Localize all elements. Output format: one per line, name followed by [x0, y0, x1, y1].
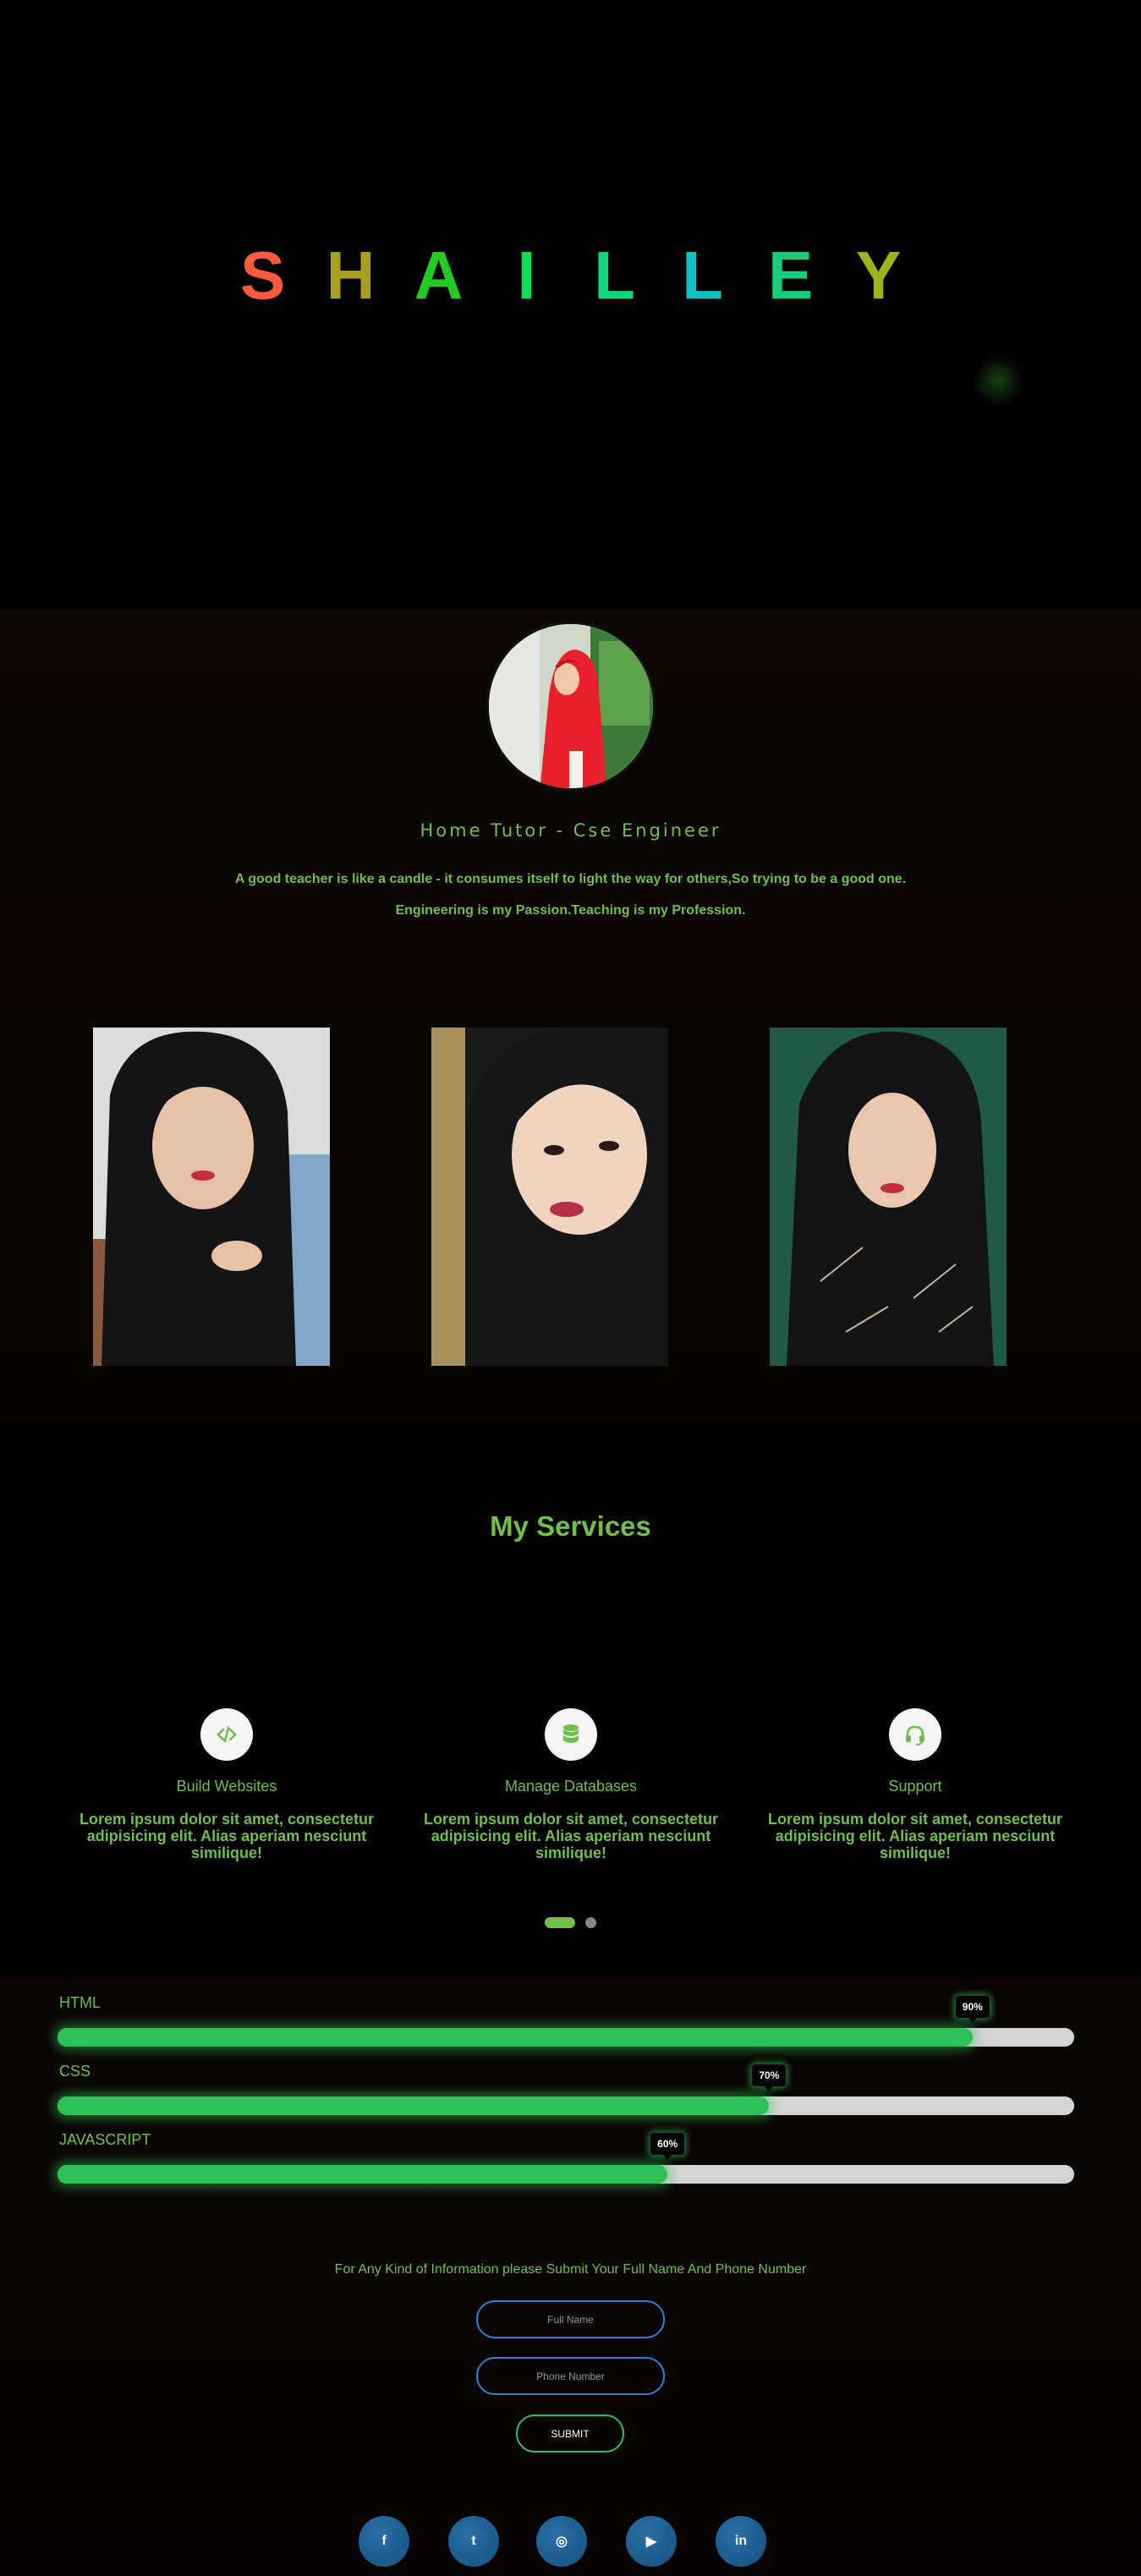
twitter-icon[interactable]: t [448, 2516, 499, 2567]
service-description: Lorem ipsum dolor sit amet, consectetur … [767, 1811, 1063, 1861]
carousel-dot-active[interactable] [544, 1917, 575, 1929]
skill-label: JAVASCRIPT [59, 2131, 151, 2148]
headset-icon [889, 1708, 941, 1761]
hero-letter: H [326, 238, 376, 313]
service-title: Manage Databases [504, 1778, 638, 1795]
hero-letter: L [682, 238, 723, 313]
skill-label: HTML [59, 1994, 101, 2011]
skill-bar-fill [58, 2165, 668, 2184]
hero-letter: L [594, 238, 635, 313]
hero-letter: A [414, 238, 464, 313]
skill-percent-badge: 70% [752, 2064, 787, 2091]
skill-bar-css: 70% [58, 2064, 1074, 2115]
full-name-input[interactable] [476, 2300, 665, 2338]
profile-subtitle: Home Tutor - Cse Engineer [420, 820, 721, 841]
hero-letter: Y [855, 238, 902, 313]
gallery-photo [770, 1028, 1007, 1366]
service-title: Build Websites [176, 1778, 277, 1795]
service-description: Lorem ipsum dolor sit amet, consectetur … [79, 1811, 375, 1861]
quote-line: Engineering is my Passion.Teaching is my… [395, 903, 746, 918]
gallery-photo [93, 1028, 330, 1366]
about-section: Home Tutor - Cse Engineer A good teacher… [0, 609, 1141, 1421]
service-title: Support [888, 1778, 942, 1795]
hero-letter: I [517, 238, 536, 313]
code-icon [200, 1708, 253, 1761]
skills-section: HTML 90% CSS 70% JAVASCRIPT 60% [0, 1979, 1141, 2216]
phone-number-input[interactable] [476, 2357, 665, 2395]
skill-label: CSS [59, 2063, 91, 2080]
skill-bar-fill [58, 2028, 973, 2047]
hero-letter: E [767, 238, 814, 313]
carousel-dots [0, 1916, 1141, 1931]
hero-section: SHAILLEY [0, 0, 1141, 609]
contact-note: For Any Kind of Information please Submi… [334, 2262, 807, 2277]
services-heading: My Services [490, 1510, 651, 1542]
services-section: My Services Build Websites Lorem ipsum d… [0, 1421, 1141, 1979]
database-icon [545, 1708, 597, 1761]
skill-bar-javascript: 60% [58, 2133, 1074, 2184]
skill-bar-html: 90% [58, 1996, 1074, 2047]
instagram-icon[interactable]: ◎ [536, 2516, 587, 2567]
service-card: Build Websites Lorem ipsum dolor sit ame… [62, 1708, 392, 1861]
skill-bar-fill [58, 2096, 770, 2115]
hero-letter: S [239, 238, 286, 313]
service-card: Manage Databases Lorem ipsum dolor sit a… [406, 1708, 736, 1861]
profile-photo [486, 622, 656, 791]
youtube-icon[interactable]: ▶ [626, 2516, 677, 2567]
skill-percent-badge: 90% [955, 1996, 990, 2023]
decorative-glow [973, 355, 1023, 406]
contact-section: For Any Kind of Information please Submi… [0, 2216, 1141, 2576]
linkedin-icon[interactable]: in [716, 2516, 766, 2567]
submit-button[interactable]: SUBMIT [516, 2414, 624, 2453]
skill-percent-badge: 60% [650, 2133, 685, 2160]
hero-title: SHAILLEY [0, 237, 1141, 315]
service-card: Support Lorem ipsum dolor sit amet, cons… [750, 1708, 1080, 1861]
carousel-dot[interactable] [585, 1917, 597, 1929]
quote-line: A good teacher is like a candle - it con… [234, 872, 907, 886]
facebook-icon[interactable]: f [359, 2516, 409, 2567]
gallery-photo [431, 1028, 668, 1366]
service-description: Lorem ipsum dolor sit amet, consectetur … [423, 1811, 719, 1861]
